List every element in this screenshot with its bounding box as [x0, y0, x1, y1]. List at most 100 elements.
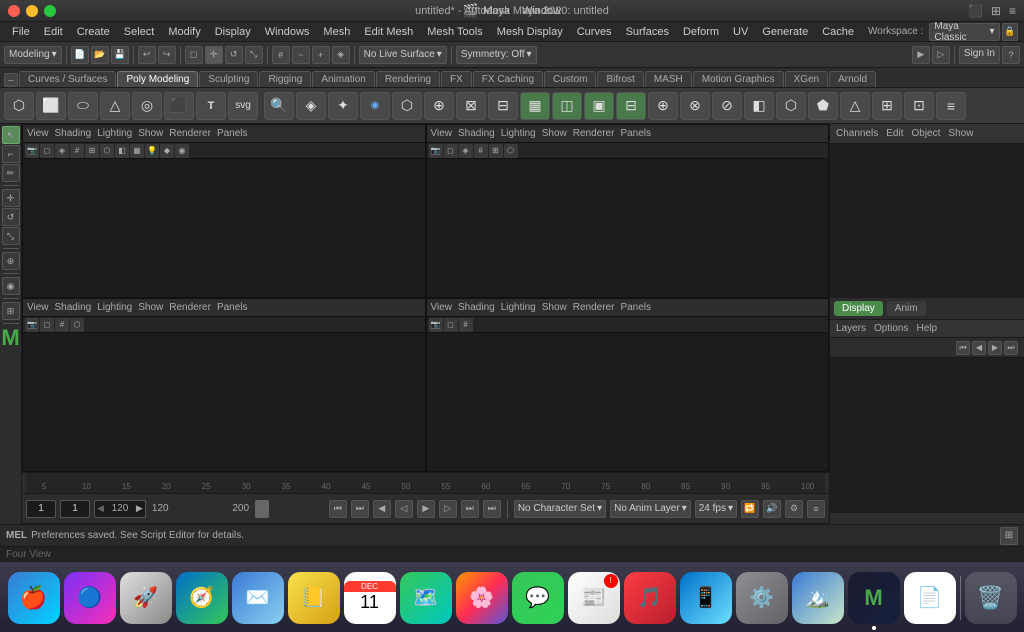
shelf-tool4-icon[interactable]: ⬡: [392, 92, 422, 120]
shelf-text-icon[interactable]: T: [196, 92, 226, 120]
shelf-tool6-icon[interactable]: ⊠: [456, 92, 486, 120]
shelf-tool12-icon[interactable]: ⊕: [648, 92, 678, 120]
pb-frame-indicator[interactable]: [255, 500, 269, 518]
shelf-tab-sculpting[interactable]: Sculpting: [199, 71, 258, 87]
vp-tr-shading-menu[interactable]: Shading: [458, 128, 495, 139]
shelf-tool9-icon[interactable]: ◫: [552, 92, 582, 120]
rp-show-btn[interactable]: Show: [948, 128, 973, 139]
vp-tr-view-menu[interactable]: View: [431, 128, 453, 139]
dock-safari[interactable]: 🧭: [176, 572, 228, 624]
menu-deform[interactable]: Deform: [677, 24, 725, 40]
vp-tr-camera-icon[interactable]: 📷: [429, 144, 443, 158]
vp-tr-renderer-menu[interactable]: Renderer: [573, 128, 615, 139]
pb-start-frame[interactable]: [26, 500, 56, 518]
dock-trash[interactable]: 🗑️: [965, 572, 1017, 624]
shelf-tab-fx[interactable]: FX: [441, 71, 472, 87]
open-icon[interactable]: 📂: [91, 46, 109, 64]
vp-bl-camera-icon[interactable]: 📷: [25, 318, 39, 332]
sign-in-button[interactable]: Sign In: [959, 46, 1000, 64]
vp-br-shading-menu[interactable]: Shading: [458, 302, 495, 313]
channels-btn[interactable]: Channels: [836, 128, 878, 139]
menu-modify[interactable]: Modify: [162, 24, 206, 40]
rp-edit-btn[interactable]: Edit: [886, 128, 903, 139]
vp-tr-frame-icon[interactable]: ⊞: [489, 144, 503, 158]
shelf-tab-xgen[interactable]: XGen: [785, 71, 829, 87]
pb-anim-prefs-icon[interactable]: ≡: [807, 500, 825, 518]
menu-cache[interactable]: Cache: [816, 24, 860, 40]
vp-lighting-menu[interactable]: Lighting: [97, 128, 132, 139]
vp-bl-shading-menu[interactable]: Shading: [55, 302, 92, 313]
menu-create[interactable]: Create: [71, 24, 116, 40]
vp-shade-icon[interactable]: ◧: [115, 144, 129, 158]
vp-br-lighting-menu[interactable]: Lighting: [501, 302, 536, 313]
vp-light-icon[interactable]: 💡: [145, 144, 159, 158]
no-live-surface-dropdown[interactable]: No Live Surface ▾: [359, 46, 447, 64]
help-icon[interactable]: ?: [1002, 46, 1020, 64]
menu-uv[interactable]: UV: [727, 24, 754, 40]
vp-shading-menu[interactable]: Shading: [55, 128, 92, 139]
pb-play-back-btn[interactable]: ◁: [395, 500, 413, 518]
vp-bl-select-icon[interactable]: ◻: [40, 318, 54, 332]
rotate-icon[interactable]: ↺: [225, 46, 243, 64]
dock-music[interactable]: 🎵: [624, 572, 676, 624]
vp-renderer-menu[interactable]: Renderer: [169, 128, 211, 139]
menu-mesh-display[interactable]: Mesh Display: [491, 24, 569, 40]
vp-br-panels-menu[interactable]: Panels: [620, 302, 651, 313]
shelf-tab-rigging[interactable]: Rigging: [259, 71, 311, 87]
help-btn[interactable]: Help: [916, 323, 937, 334]
move-icon[interactable]: ✛: [205, 46, 223, 64]
lasso-tool-btn[interactable]: ⌐: [2, 145, 20, 163]
vp-texture-icon[interactable]: ▦: [130, 144, 144, 158]
right-panel-scrollbar[interactable]: [830, 512, 1024, 524]
shelf-cone-icon[interactable]: △: [100, 92, 130, 120]
no-anim-layer-dropdown[interactable]: No Anim Layer ▾: [610, 500, 691, 518]
vp-tr-isolate-icon[interactable]: ◈: [459, 144, 473, 158]
vp-grid-icon[interactable]: #: [70, 144, 84, 158]
dock-settings[interactable]: ⚙️: [736, 572, 788, 624]
shelf-tool3-icon[interactable]: ◉: [360, 92, 390, 120]
vp-br-grid-icon[interactable]: #: [459, 318, 473, 332]
options-btn[interactable]: Options: [874, 323, 908, 334]
vp-tr-wire-icon[interactable]: ⬡: [504, 144, 518, 158]
shelf-tool21-icon[interactable]: ≡: [936, 92, 966, 120]
move-tool-btn[interactable]: ✛: [2, 189, 20, 207]
menu-file[interactable]: File: [6, 24, 36, 40]
close-button[interactable]: [8, 5, 20, 17]
menu-curves[interactable]: Curves: [571, 24, 618, 40]
dock-mail[interactable]: ✉️: [232, 572, 284, 624]
nav-prev[interactable]: ◀: [972, 341, 986, 355]
dock-screensaver[interactable]: 🏔️: [792, 572, 844, 624]
shelf-tool10-icon[interactable]: ▣: [584, 92, 614, 120]
shelf-tool20-icon[interactable]: ⊡: [904, 92, 934, 120]
vp-tr-show-menu[interactable]: Show: [542, 128, 567, 139]
shelf-tool15-icon[interactable]: ◧: [744, 92, 774, 120]
vp-br-view-menu[interactable]: View: [431, 302, 453, 313]
dock-siri[interactable]: 🔵: [64, 572, 116, 624]
pb-prev-key-btn[interactable]: ⏭: [351, 500, 369, 518]
vp-br-renderer-menu[interactable]: Renderer: [573, 302, 615, 313]
vp-bl-wire-icon[interactable]: ⬡: [70, 318, 84, 332]
dock-news[interactable]: 📰 !: [568, 572, 620, 624]
vp-bl-grid-icon[interactable]: #: [55, 318, 69, 332]
shelf-sphere-icon[interactable]: ⬡: [4, 92, 34, 120]
nav-next[interactable]: ▶: [988, 341, 1002, 355]
dock-messages[interactable]: 💬: [512, 572, 564, 624]
vp-panels-menu[interactable]: Panels: [217, 128, 248, 139]
shelf-tab-bifrost[interactable]: Bifrost: [597, 71, 643, 87]
shelf-tab-rendering[interactable]: Rendering: [376, 71, 440, 87]
vp-isolate-icon[interactable]: ◈: [55, 144, 69, 158]
minimize-button[interactable]: [26, 5, 38, 17]
modeling-dropdown[interactable]: Modeling ▾: [4, 46, 62, 64]
menu-select[interactable]: Select: [118, 24, 161, 40]
shelf-svg-icon[interactable]: svg: [228, 92, 258, 120]
script-editor-btn[interactable]: ⊞: [1000, 527, 1018, 545]
anim-tab-btn[interactable]: Anim: [887, 301, 926, 316]
soft-select-btn[interactable]: ◉: [2, 277, 20, 295]
vp-view-menu[interactable]: View: [27, 128, 49, 139]
display-tab-btn[interactable]: Display: [834, 301, 883, 316]
shelf-tool11-icon[interactable]: ⊟: [616, 92, 646, 120]
shelf-cylinder-icon[interactable]: ⬭: [68, 92, 98, 120]
vp-tr-select-icon[interactable]: ◻: [444, 144, 458, 158]
shelf-search-icon[interactable]: 🔍: [264, 92, 294, 120]
no-char-set-dropdown[interactable]: No Character Set ▾: [514, 500, 606, 518]
